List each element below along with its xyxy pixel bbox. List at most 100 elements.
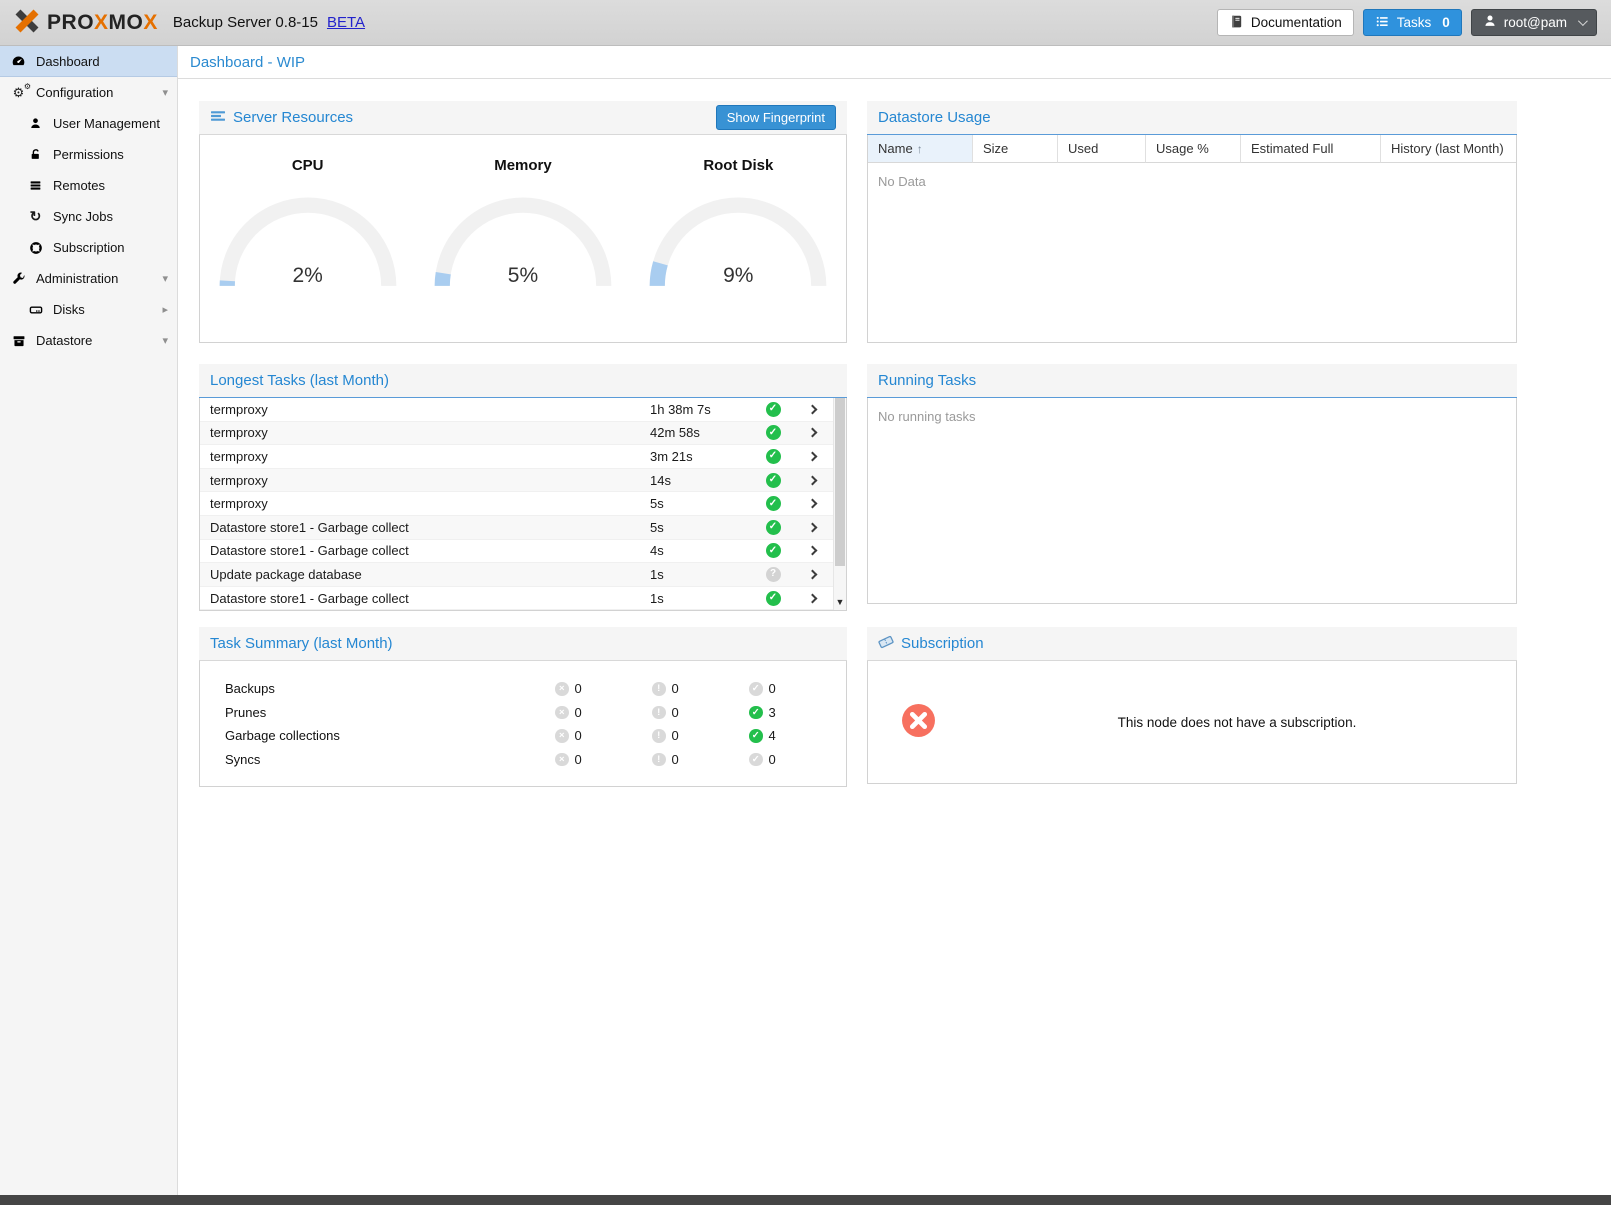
- user-menu-button[interactable]: root@pam: [1471, 9, 1597, 36]
- error-circle-icon: [555, 753, 569, 767]
- ticket-icon: [878, 634, 894, 653]
- syncs-warning-count[interactable]: 0: [652, 752, 749, 767]
- chevron-down-icon[interactable]: ▾: [162, 86, 168, 99]
- open-task-button[interactable]: [791, 429, 833, 436]
- task-summary-body: Backups 0 0 0 Prunes 0 0 3 Garbage c: [199, 661, 847, 787]
- no-subscription-error-icon: [901, 703, 936, 741]
- task-row[interactable]: termproxy 1h 38m 7s: [200, 398, 833, 422]
- gc-warning-count[interactable]: 0: [652, 728, 749, 743]
- panel-title: Longest Tasks (last Month): [210, 372, 389, 389]
- sidebar-item-administration[interactable]: Administration ▾: [0, 263, 177, 294]
- status-ok-icon: [766, 520, 781, 535]
- sidebar-item-subscription[interactable]: Subscription: [0, 232, 177, 263]
- task-row[interactable]: Datastore store1 - Garbage collect 1s: [200, 587, 833, 611]
- backups-error-count[interactable]: 0: [555, 681, 652, 696]
- status-ok-icon: [766, 591, 781, 606]
- backups-ok-count[interactable]: 0: [749, 681, 846, 696]
- show-fingerprint-button[interactable]: Show Fingerprint: [716, 105, 836, 130]
- check-circle-icon: [749, 682, 763, 696]
- prunes-ok-count[interactable]: 3: [749, 705, 846, 720]
- task-row[interactable]: Datastore store1 - Garbage collect 4s: [200, 540, 833, 564]
- column-header-history[interactable]: History (last Month): [1381, 135, 1516, 163]
- longest-tasks-list: termproxy 1h 38m 7s termproxy 42m 58s: [199, 398, 847, 611]
- panel-title: Server Resources: [233, 109, 353, 126]
- gc-error-count[interactable]: 0: [555, 728, 652, 743]
- datastore-usage-panel: Datastore Usage Name↑ Size Used Usage % …: [867, 101, 1517, 343]
- syncs-error-count[interactable]: 0: [555, 752, 652, 767]
- warning-circle-icon: [652, 706, 666, 720]
- column-header-usage-pct[interactable]: Usage %: [1146, 135, 1241, 163]
- chevron-right-icon: [807, 475, 817, 485]
- documentation-button[interactable]: Documentation: [1217, 9, 1354, 36]
- memory-gauge: Memory 5%: [415, 157, 630, 342]
- vertical-scrollbar[interactable]: ▼: [833, 398, 846, 610]
- column-header-name[interactable]: Name↑: [868, 135, 973, 163]
- warning-circle-icon: [652, 753, 666, 767]
- column-header-estimated-full[interactable]: Estimated Full: [1241, 135, 1381, 163]
- book-icon: [1229, 14, 1244, 32]
- root-disk-gauge: Root Disk 9%: [631, 157, 846, 342]
- cpu-gauge-value: 2%: [213, 264, 403, 288]
- chevron-right-icon[interactable]: ▸: [162, 303, 168, 316]
- user-icon: [1483, 14, 1497, 31]
- chevron-right-icon: [807, 452, 817, 462]
- chevron-right-icon: [807, 593, 817, 603]
- sync-icon: ↻: [27, 208, 44, 225]
- bottom-edge: [0, 1195, 1611, 1205]
- column-header-size[interactable]: Size: [973, 135, 1058, 163]
- scroll-down-arrow-icon[interactable]: ▼: [834, 597, 846, 607]
- sidebar-item-configuration[interactable]: ⚙⚙ Configuration ▾: [0, 77, 177, 108]
- open-task-button[interactable]: [791, 524, 833, 531]
- open-task-button[interactable]: [791, 500, 833, 507]
- tachometer-icon: [10, 54, 27, 69]
- chevron-down-icon: [1578, 16, 1588, 26]
- error-circle-icon: [555, 729, 569, 743]
- hdd-icon: [27, 303, 44, 317]
- open-task-button[interactable]: [791, 547, 833, 554]
- sidebar-item-user-management[interactable]: User Management: [0, 108, 177, 139]
- sidebar-item-permissions[interactable]: Permissions: [0, 139, 177, 170]
- status-ok-icon: [766, 425, 781, 440]
- sidebar-item-datastore[interactable]: Datastore ▾: [0, 325, 177, 356]
- column-header-used[interactable]: Used: [1058, 135, 1146, 163]
- sidebar-item-dashboard[interactable]: Dashboard: [0, 46, 177, 77]
- warning-circle-icon: [652, 682, 666, 696]
- task-list-icon: [1375, 14, 1390, 32]
- scrollbar-thumb[interactable]: [835, 398, 845, 566]
- status-unknown-icon: [766, 567, 781, 582]
- open-task-button[interactable]: [791, 453, 833, 460]
- open-task-button[interactable]: [791, 406, 833, 413]
- sidebar-item-disks[interactable]: Disks ▸: [0, 294, 177, 325]
- panel-title: Datastore Usage: [878, 109, 991, 126]
- beta-link[interactable]: BETA: [327, 14, 365, 31]
- sidebar-item-remotes[interactable]: Remotes: [0, 170, 177, 201]
- subscription-header: Subscription: [867, 627, 1517, 661]
- task-row[interactable]: Update package database 1s: [200, 563, 833, 587]
- backups-warning-count[interactable]: 0: [652, 681, 749, 696]
- open-task-button[interactable]: [791, 571, 833, 578]
- prunes-warning-count[interactable]: 0: [652, 705, 749, 720]
- chevron-down-icon[interactable]: ▾: [162, 334, 168, 347]
- server-list-icon: [27, 179, 44, 192]
- summary-row-prunes: Prunes 0 0 3: [200, 701, 846, 725]
- task-row[interactable]: termproxy 5s: [200, 492, 833, 516]
- syncs-ok-count[interactable]: 0: [749, 752, 846, 767]
- chevron-right-icon: [807, 522, 817, 532]
- resource-bars-icon: [210, 108, 226, 127]
- task-row[interactable]: Datastore store1 - Garbage collect 5s: [200, 516, 833, 540]
- task-row[interactable]: termproxy 42m 58s: [200, 422, 833, 446]
- logo-text: PROXMOX: [47, 11, 158, 35]
- error-circle-icon: [555, 682, 569, 696]
- open-task-button[interactable]: [791, 477, 833, 484]
- sidebar-item-sync-jobs[interactable]: ↻ Sync Jobs: [0, 201, 177, 232]
- prunes-error-count[interactable]: 0: [555, 705, 652, 720]
- tasks-button[interactable]: Tasks 0: [1363, 9, 1462, 36]
- gauges-body: CPU 2% Memory: [199, 135, 847, 343]
- task-row[interactable]: termproxy 3m 21s: [200, 445, 833, 469]
- chevron-down-icon[interactable]: ▾: [162, 272, 168, 285]
- task-row[interactable]: termproxy 14s: [200, 469, 833, 493]
- gc-ok-count[interactable]: 4: [749, 728, 846, 743]
- page-title-bar: Dashboard - WIP: [178, 46, 1611, 79]
- warning-circle-icon: [652, 729, 666, 743]
- open-task-button[interactable]: [791, 595, 833, 602]
